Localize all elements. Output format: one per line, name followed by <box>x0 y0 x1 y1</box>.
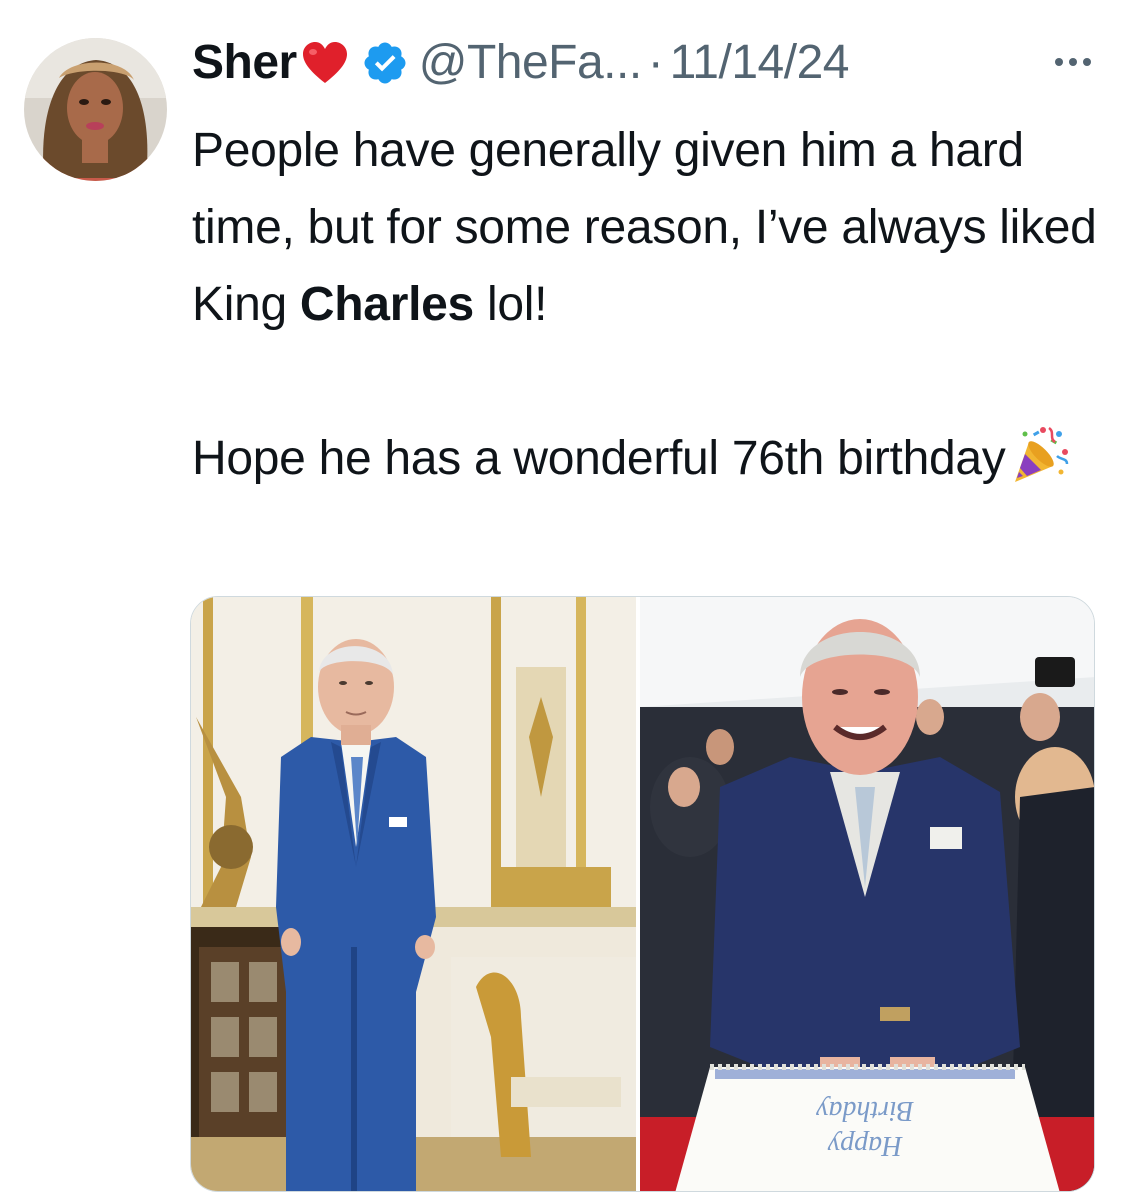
author-name[interactable]: Sher <box>192 39 297 87</box>
party-popper-icon <box>1009 424 1071 486</box>
tweet-header: Sher @TheFa... · 11/14/24 <box>192 28 849 98</box>
cake-text-birthday: Birthday <box>815 1095 914 1126</box>
tweet-paragraph-2: Hope he has a wonderful 76th birthday <box>192 420 1107 497</box>
bold-text: Charles <box>299 278 474 331</box>
avatar[interactable] <box>24 38 167 181</box>
portrait-photo[interactable] <box>191 597 637 1191</box>
more-options-icon[interactable] <box>1055 52 1095 72</box>
separator-dot: · <box>647 36 664 89</box>
tweet-text: People have generally given him a hard t… <box>192 112 1107 497</box>
tweet-paragraph-1: People have generally given him a hard t… <box>192 124 1097 331</box>
author-handle[interactable]: @TheFa... <box>419 39 642 87</box>
cake-text-happy: Happy <box>827 1130 903 1161</box>
tweet-media[interactable]: Birthday Happy <box>190 596 1095 1192</box>
tweet-date[interactable]: 11/14/24 <box>670 39 850 87</box>
red-heart-icon <box>301 41 349 85</box>
tweet[interactable]: Sher @TheFa... · 11/14/24 People have ge… <box>0 0 1121 1200</box>
verified-badge-icon <box>361 39 409 87</box>
birthday-cake-photo[interactable]: Birthday Happy <box>640 597 1094 1191</box>
